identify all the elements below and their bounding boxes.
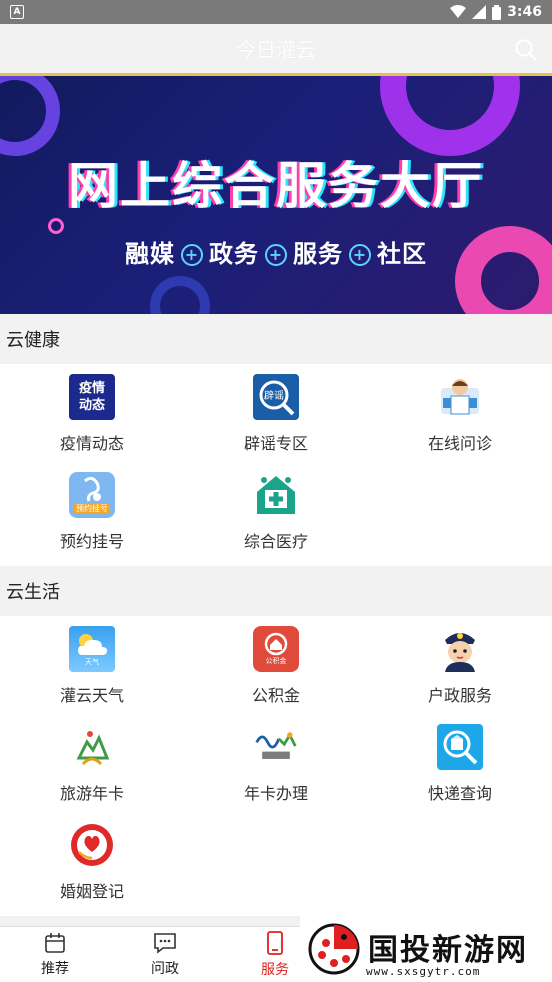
search-icon[interactable]	[514, 38, 538, 62]
decor-ring	[380, 76, 520, 156]
clock: 3:46	[507, 4, 542, 20]
decor-ring	[48, 218, 64, 234]
section-title-life: 云生活	[0, 566, 552, 616]
epidemic-icon: 疫情 动态	[69, 374, 115, 420]
service-item-label: 户政服务	[427, 686, 492, 705]
service-item-label: 旅游年卡	[59, 784, 124, 803]
appointment-icon-caption: 预约挂号	[74, 502, 110, 514]
rumor-icon: 辟谣	[253, 374, 299, 420]
service-item-doctor[interactable]: 在线问诊	[368, 370, 552, 468]
service-item-label: 在线问诊	[427, 434, 492, 453]
plus-icon: +	[265, 244, 287, 266]
service-item-housing-fund[interactable]: 公积金 公积金	[184, 622, 368, 720]
tab-label: 问政	[151, 960, 179, 977]
tab-inquiry[interactable]: 问政	[110, 927, 220, 982]
watermark-text: 国投新游网	[368, 933, 528, 968]
watermark-url: www.sxsgytr.com	[366, 965, 481, 978]
service-item-marriage[interactable]: 婚姻登记	[0, 818, 184, 916]
decor-ring	[150, 276, 210, 314]
chat-icon	[154, 932, 176, 954]
annual-card-icon	[253, 724, 299, 770]
svg-text:辟谣: 辟谣	[264, 389, 284, 402]
battery-icon	[492, 4, 502, 20]
service-item-label: 灌云天气	[59, 686, 124, 705]
police-icon	[437, 626, 483, 672]
tab-label: 服务	[261, 961, 289, 978]
service-item-appointment[interactable]: 预约挂号 预约挂号	[0, 468, 184, 566]
marriage-icon	[69, 822, 115, 868]
life-grid: 天气 灌云天气 公积金 公积金 户政服务 旅游年卡 年卡办理 快递查询 婚姻登记	[0, 616, 552, 916]
service-item-label: 综合医疗	[243, 532, 308, 551]
weather-icon: 天气	[69, 626, 115, 672]
decor-ring	[0, 76, 60, 156]
section-title-health: 云健康	[0, 314, 552, 364]
service-item-tourism-card[interactable]: 旅游年卡	[0, 720, 184, 818]
service-item-label: 辟谣专区	[243, 434, 308, 453]
banner-sub-item: 社区	[377, 240, 427, 268]
page-title: 今日灌云	[236, 38, 316, 62]
app-header: 今日灌云	[0, 24, 552, 76]
watermark: 国投新游网 www.sxsgytr.com	[300, 912, 552, 982]
service-item-label: 预约挂号	[59, 532, 124, 551]
service-item-rumor[interactable]: 辟谣 辟谣专区	[184, 370, 368, 468]
service-item-label: 疫情动态	[59, 434, 124, 453]
housing-fund-icon-caption: 公积金	[265, 657, 287, 665]
banner-headline: 网上综合服务大厅	[68, 157, 484, 215]
plus-icon: +	[181, 244, 203, 266]
banner-carousel[interactable]: 网上综合服务大厅 融媒 + 政务 + 服务 + 社区	[0, 76, 552, 314]
service-item-hospital[interactable]: 综合医疗	[184, 468, 368, 566]
phone-icon	[267, 930, 283, 955]
notification-icon: A	[10, 5, 24, 19]
plus-icon: +	[349, 244, 371, 266]
banner-sub-item: 融媒	[125, 240, 175, 268]
service-item-label: 快递查询	[427, 784, 492, 803]
banner-sub-item: 政务	[209, 240, 259, 268]
service-item-annual-card[interactable]: 年卡办理	[184, 720, 368, 818]
signal-icon	[472, 5, 487, 19]
tab-label: 推荐	[41, 960, 69, 977]
tourism-card-icon	[69, 724, 115, 770]
weather-icon-caption: 天气	[85, 658, 99, 666]
wifi-icon	[450, 5, 467, 18]
express-icon	[437, 724, 483, 770]
ladybug-logo-icon	[308, 923, 360, 975]
appointment-icon: 预约挂号	[69, 472, 115, 518]
banner-subline: 融媒 + 政务 + 服务 + 社区	[0, 234, 552, 269]
status-bar: A 3:46	[0, 0, 552, 24]
service-item-epidemic[interactable]: 疫情 动态 疫情动态	[0, 370, 184, 468]
service-item-express[interactable]: 快递查询	[368, 720, 552, 818]
housing-fund-icon: 公积金	[253, 626, 299, 672]
banner-sub-item: 服务	[293, 240, 343, 268]
health-grid: 疫情 动态 疫情动态 辟谣 辟谣专区 在线问诊 预约挂号 预约挂号 综合医疗	[0, 364, 552, 566]
calendar-icon	[45, 932, 65, 953]
service-item-label: 婚姻登记	[59, 882, 124, 901]
service-item-label: 年卡办理	[243, 784, 308, 803]
hospital-icon	[253, 472, 299, 518]
service-item-weather[interactable]: 天气 灌云天气	[0, 622, 184, 720]
tab-recommend[interactable]: 推荐	[0, 927, 110, 982]
service-item-label: 公积金	[251, 686, 300, 705]
service-item-police[interactable]: 户政服务	[368, 622, 552, 720]
doctor-icon	[437, 374, 483, 420]
